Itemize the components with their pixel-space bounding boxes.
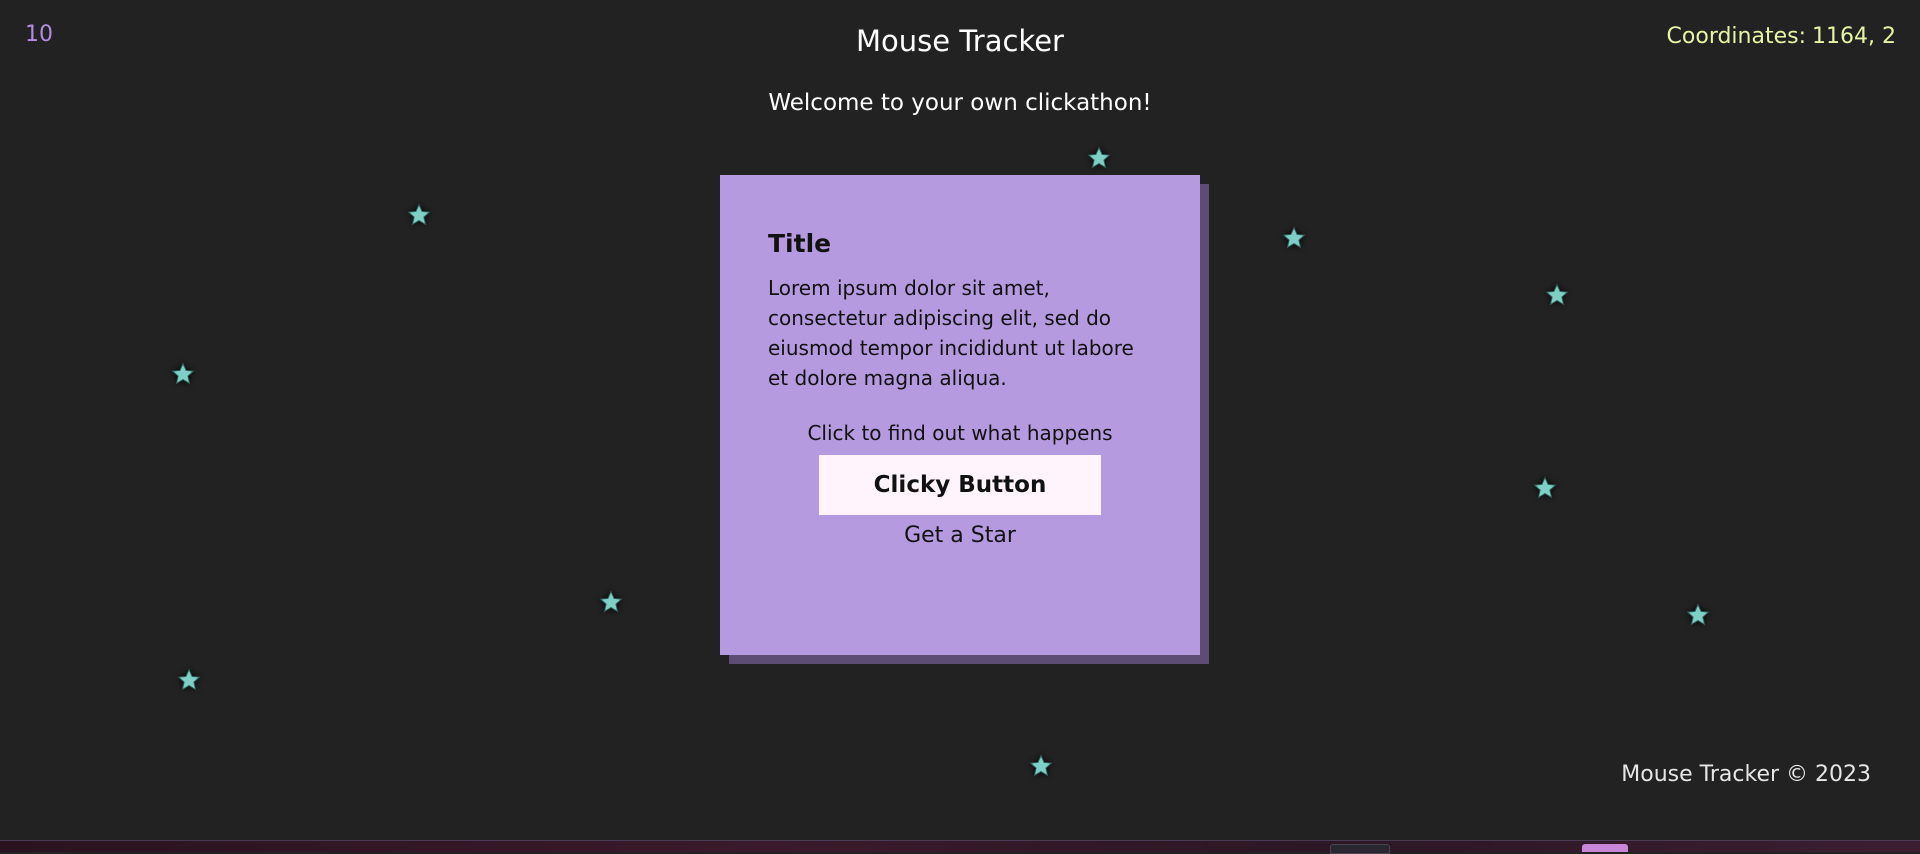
coordinates-label: Coordinates: [1666,24,1807,49]
star-icon [1029,754,1053,778]
card-hint-text: Click to find out what happens [807,421,1113,445]
star-icon [171,362,195,386]
coordinates-x: 1164, [1812,24,1875,49]
star-icon [177,668,201,692]
welcome-subtitle: Welcome to your own clickathon! [768,90,1152,116]
clicky-button[interactable]: Clicky Button [819,455,1101,515]
star-icon [1545,283,1569,307]
star-icon [1533,476,1557,500]
star-icon [1282,226,1306,250]
page-title: Mouse Tracker [856,24,1064,58]
coordinates-readout: Coordinates: 1164, 2 [1667,24,1896,50]
star-icon [407,203,431,227]
footer-copyright: Mouse Tracker © 2023 [1621,762,1871,787]
taskbar [0,840,1920,854]
star-icon [1087,146,1111,170]
taskbar-app-icon[interactable] [1330,844,1390,854]
content-card: Title Lorem ipsum dolor sit amet, consec… [720,175,1200,655]
star-icon [599,590,623,614]
card-title: Title [768,229,832,258]
star-icon [1686,603,1710,627]
coordinates-y: 2 [1882,24,1896,49]
card-body-text: Lorem ipsum dolor sit amet, consectetur … [768,276,1134,390]
get-a-star-link[interactable]: Get a Star [768,523,1152,549]
